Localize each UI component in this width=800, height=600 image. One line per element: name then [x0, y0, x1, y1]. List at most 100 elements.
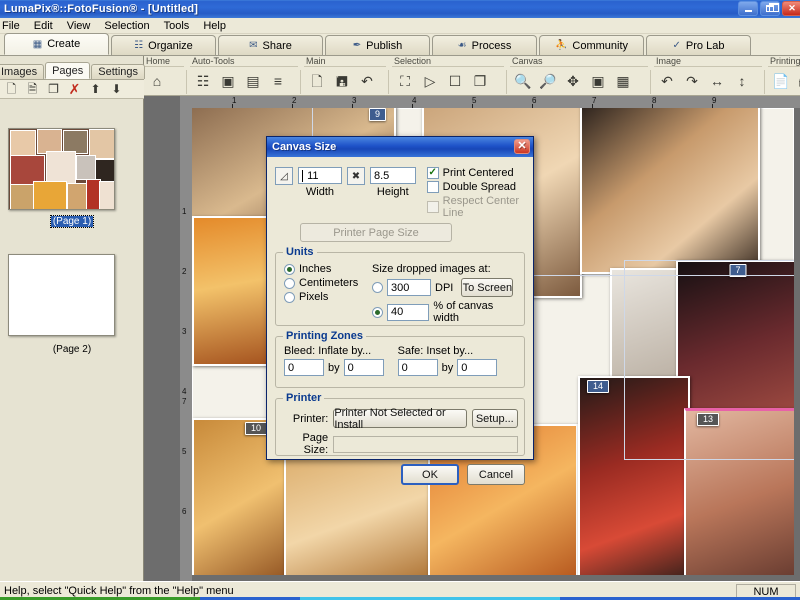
options-icon[interactable]: ≡: [267, 70, 289, 92]
tab-pro-lab[interactable]: ✓ Pro Lab: [646, 35, 751, 55]
print-centered-row[interactable]: ✓ Print Centered: [427, 167, 525, 179]
rotate-right-icon[interactable]: ↷: [681, 70, 703, 92]
flip-horizontal-icon[interactable]: ↔: [706, 70, 728, 92]
maximize-restore-button[interactable]: [760, 1, 780, 16]
menu-item-help[interactable]: Help: [196, 19, 233, 33]
zoom-in-icon[interactable]: 🔍: [512, 70, 534, 92]
menu-item-view[interactable]: View: [60, 19, 98, 33]
inches-radio[interactable]: [284, 264, 295, 275]
percent-input[interactable]: 40: [387, 304, 429, 321]
unit-option-centimeters[interactable]: Centimeters: [284, 277, 372, 289]
group-icons: ↶ ↷ ↔ ↕: [654, 67, 762, 95]
aspect-link-icon[interactable]: ◿: [275, 167, 293, 185]
tab-community[interactable]: ⛹ Community: [539, 35, 644, 55]
printer-value-button[interactable]: Printer Not Selected or Install: [333, 409, 466, 428]
move-page-up-icon[interactable]: ⬆: [86, 80, 105, 98]
tab-create[interactable]: ▦ Create: [4, 33, 109, 55]
ribbon-separator: [186, 70, 187, 94]
safe-x-input[interactable]: 0: [398, 359, 438, 376]
delete-page-icon[interactable]: ✗: [65, 80, 84, 98]
dialog-title-bar: Canvas Size ✕: [267, 137, 533, 157]
select-stack-icon[interactable]: ❐: [469, 70, 491, 92]
page-thumbnail-2[interactable]: [8, 254, 115, 336]
menu-item-edit[interactable]: Edit: [27, 19, 60, 33]
horizontal-ruler[interactable]: 1 2 3 4 5 6 7 8 9: [180, 96, 800, 108]
autolayout-icon[interactable]: ☷: [192, 70, 214, 92]
lock-icon[interactable]: ✖: [347, 167, 365, 185]
prolab-icon: ✓: [673, 40, 681, 51]
menu-item-selection[interactable]: Selection: [97, 19, 156, 33]
units-group: Units Inches Centimeters Pix: [275, 252, 525, 326]
sub-tab-pages[interactable]: Pages: [45, 62, 90, 79]
centimeters-radio[interactable]: [284, 278, 295, 289]
zoom-out-icon[interactable]: 🔎: [537, 70, 559, 92]
duplicate-page-icon[interactable]: 🗎: [23, 80, 42, 98]
select-all-icon[interactable]: ⛶: [394, 70, 416, 92]
printer-group-title: Printer: [283, 392, 324, 404]
respect-center-line-label: Respect Center Line: [443, 195, 525, 219]
ribbon-separator: [388, 70, 389, 94]
move-page-down-icon[interactable]: ⬇: [107, 80, 126, 98]
automontage-icon[interactable]: ▤: [242, 70, 264, 92]
new-icon[interactable]: 🗋: [306, 70, 328, 92]
select-front-icon[interactable]: ☐: [444, 70, 466, 92]
sub-tab-settings[interactable]: Settings: [91, 64, 145, 79]
page-1-label[interactable]: (Page 1): [0, 216, 144, 227]
height-input[interactable]: 8.5: [370, 167, 416, 184]
print-centered-checkbox[interactable]: ✓: [427, 167, 439, 179]
copy-page-icon[interactable]: ❐: [44, 80, 63, 98]
menu-item-file[interactable]: File: [0, 19, 27, 33]
close-button[interactable]: ✕: [782, 1, 800, 16]
group-label: Printing: [768, 56, 800, 67]
page-thumbnail-1[interactable]: [8, 128, 115, 210]
double-spread-checkbox[interactable]: [427, 181, 439, 193]
group-icons: 🔍 🔎 ✥ ▣ ▦: [510, 67, 648, 95]
menu-item-tools[interactable]: Tools: [157, 19, 197, 33]
tab-publish[interactable]: ✒ Publish: [325, 35, 430, 55]
undo-icon[interactable]: ↶: [356, 70, 378, 92]
dpi-radio[interactable]: [372, 282, 383, 293]
select-pointer-icon[interactable]: ▷: [419, 70, 441, 92]
double-spread-row[interactable]: Double Spread: [427, 181, 525, 193]
unit-option-pixels[interactable]: Pixels: [284, 291, 372, 303]
canvas-size-dialog[interactable]: Canvas Size ✕ ◿ 11 Width ✖: [266, 136, 534, 460]
pixels-radio[interactable]: [284, 292, 295, 303]
save-icon[interactable]: 🖪: [331, 70, 353, 92]
group-icons: ⌂: [144, 67, 184, 95]
flip-vertical-icon[interactable]: ↕: [731, 70, 753, 92]
menu-bar: File Edit View Selection Tools Help: [0, 18, 800, 34]
safe-y-input[interactable]: 0: [457, 359, 497, 376]
dpi-input[interactable]: 300: [387, 279, 431, 296]
cancel-button[interactable]: Cancel: [467, 464, 525, 485]
tab-process[interactable]: ☙ Process: [432, 35, 537, 55]
dialog-close-button[interactable]: ✕: [514, 139, 530, 154]
bleed-x-input[interactable]: 0: [284, 359, 324, 376]
page-2-label[interactable]: (Page 2): [0, 344, 144, 355]
vertical-ruler[interactable]: 1 2 3 4 5 6 7: [180, 108, 192, 581]
print-preview-icon[interactable]: 📄: [770, 70, 792, 92]
tab-share[interactable]: ✉ Share: [218, 35, 323, 55]
width-field-group: 11 Width: [298, 167, 342, 198]
new-page-icon[interactable]: 🗋: [2, 80, 21, 98]
sub-tab-images[interactable]: Images: [0, 64, 44, 79]
ok-button[interactable]: OK: [401, 464, 459, 485]
autocollage-icon[interactable]: ▣: [217, 70, 239, 92]
width-input[interactable]: 11: [298, 167, 342, 184]
print-icon[interactable]: 🖨: [795, 70, 800, 92]
fit-window-icon[interactable]: ▦: [612, 70, 634, 92]
selection-rectangle[interactable]: [624, 260, 794, 460]
rotate-left-icon[interactable]: ↶: [656, 70, 678, 92]
pan-icon[interactable]: ✥: [562, 70, 584, 92]
home-icon[interactable]: ⌂: [146, 70, 168, 92]
minimize-button[interactable]: [738, 1, 758, 16]
to-screen-button[interactable]: To Screen: [461, 278, 513, 297]
printer-setup-button[interactable]: Setup...: [472, 409, 518, 428]
bleed-label: Bleed: Inflate by...: [284, 345, 384, 357]
unit-option-inches[interactable]: Inches: [284, 263, 372, 275]
percent-radio[interactable]: [372, 307, 383, 318]
bleed-y-input[interactable]: 0: [344, 359, 384, 376]
close-icon: ✕: [517, 141, 526, 152]
fit-canvas-icon[interactable]: ▣: [587, 70, 609, 92]
tab-organize[interactable]: ☷ Organize: [111, 35, 216, 55]
printer-group: Printer Printer: Printer Not Selected or…: [275, 398, 525, 456]
